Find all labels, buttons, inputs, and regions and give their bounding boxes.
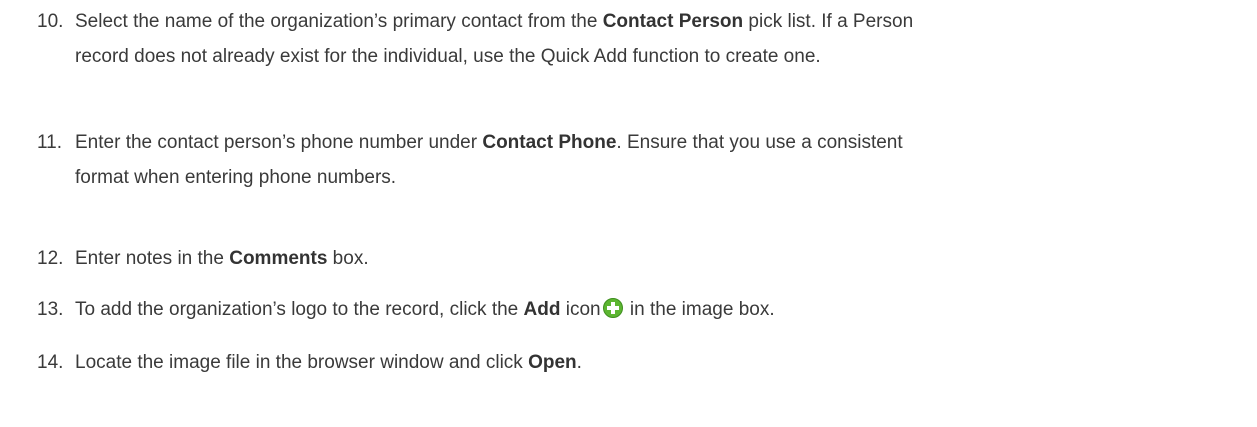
instruction-steps: 10. Select the name of the organization’… [0, 0, 1257, 427]
step-text-part: box. [327, 248, 369, 269]
ui-term-open: Open [528, 352, 577, 373]
step-line: format when entering phone numbers. [75, 160, 1245, 195]
step-text-part: in the image box. [624, 299, 775, 320]
step-text: Locate the image file in the browser win… [75, 345, 1245, 380]
step-line: Enter the contact person’s phone number … [75, 125, 1245, 160]
step-number: 13. [37, 299, 64, 320]
step-text-part: . [576, 352, 582, 373]
step-text: Enter notes in the Comments box. [75, 241, 1245, 276]
step-text: Enter the contact person’s phone number … [75, 125, 1245, 195]
step-text-part: Locate the image file in the browser win… [75, 352, 529, 373]
step-text-part: Enter the contact person’s phone number … [75, 132, 483, 153]
step-text-part: pick list. If a Person [743, 11, 914, 32]
ui-term-add: Add [523, 299, 561, 320]
plus-circle-icon [602, 295, 623, 330]
step-line: Locate the image file in the browser win… [75, 345, 1245, 380]
step-line: record does not already exist for the in… [75, 39, 1245, 74]
ui-term-comments: Comments [229, 248, 328, 269]
step-number: 12. [37, 248, 64, 269]
step-text-part: Enter notes in the [75, 248, 230, 269]
step-number: 10. [37, 11, 64, 32]
step-text-part: icon [560, 299, 601, 320]
step-text: To add the organization’s logo to the re… [75, 292, 1245, 330]
ui-term-contact-phone: Contact Phone [482, 132, 617, 153]
step-text: Select the name of the organization’s pr… [75, 4, 1245, 74]
ui-term-contact-person: Contact Person [602, 11, 744, 32]
step-line: To add the organization’s logo to the re… [75, 292, 1245, 330]
step-text-part: record does not already exist for the in… [75, 46, 821, 67]
step-number: 11. [37, 132, 63, 153]
step-line: Select the name of the organization’s pr… [75, 4, 1245, 39]
step-line: Enter notes in the Comments box. [75, 241, 1245, 276]
step-text-part: format when entering phone numbers. [75, 167, 397, 188]
step-text-part: To add the organization’s logo to the re… [75, 299, 524, 320]
step-text-part: Select the name of the organization’s pr… [75, 11, 603, 32]
step-text-part: . Ensure that you use a consistent [616, 132, 903, 153]
step-number: 14. [37, 352, 64, 373]
